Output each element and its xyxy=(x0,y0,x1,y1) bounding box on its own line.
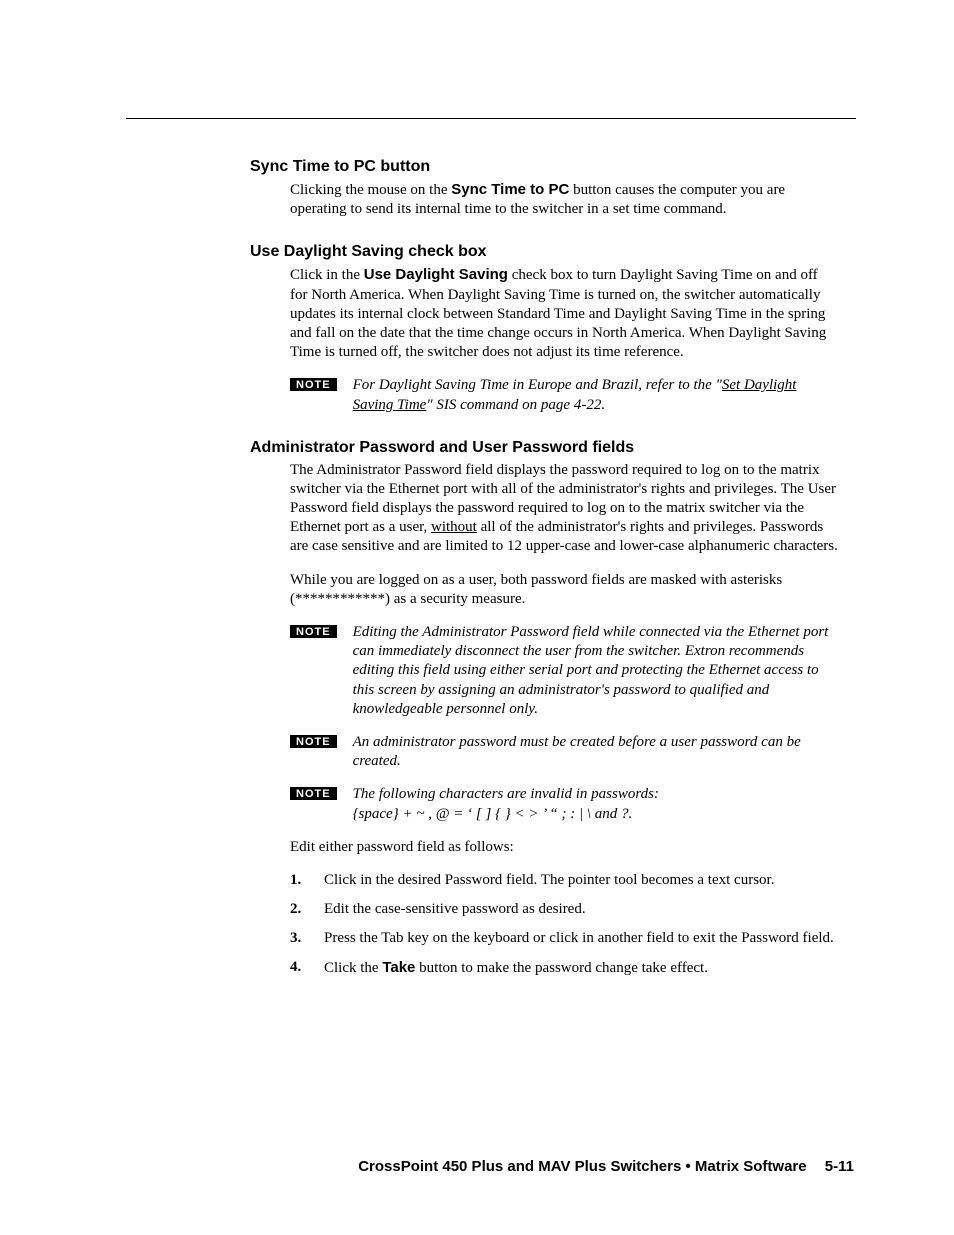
bold-sync-time-to-pc: Sync Time to PC xyxy=(451,181,569,198)
bold-take: Take xyxy=(382,959,415,976)
note-text: The following characters are invalid in … xyxy=(353,785,659,823)
page-content: Sync Time to PC button Clicking the mous… xyxy=(250,158,838,989)
step-number: 4. xyxy=(290,958,324,978)
header-rule xyxy=(126,118,856,119)
text: " SIS command on page 4-22. xyxy=(426,397,605,413)
list-item: 2. Edit the case-sensitive password as d… xyxy=(290,900,838,919)
step-text: Click the Take button to make the passwo… xyxy=(324,958,708,978)
note-line2: {space} + ~ , @ = ‘ [ ] { } < > ’ “ ; : … xyxy=(353,806,633,822)
underline-without: without xyxy=(431,519,477,535)
para-edit-password-intro: Edit either password field as follows: xyxy=(290,838,838,857)
step-number: 2. xyxy=(290,900,324,919)
list-item: 1. Click in the desired Password field. … xyxy=(290,871,838,890)
para-daylight: Click in the Use Daylight Saving check b… xyxy=(290,265,838,362)
step-number: 1. xyxy=(290,871,324,890)
heading-daylight-saving: Use Daylight Saving check box xyxy=(250,243,838,261)
note-passwords-2: NOTE An administrator password must be c… xyxy=(290,733,838,771)
heading-sync-time: Sync Time to PC button xyxy=(250,158,838,176)
footer-title: CrossPoint 450 Plus and MAV Plus Switche… xyxy=(358,1158,806,1175)
page: Sync Time to PC button Clicking the mous… xyxy=(0,0,954,1235)
note-text: An administrator password must be create… xyxy=(353,733,838,771)
para-sync-time: Clicking the mouse on the Sync Time to P… xyxy=(290,180,838,219)
list-item: 3. Press the Tab key on the keyboard or … xyxy=(290,929,838,948)
text: Click the xyxy=(324,960,382,976)
note-badge-icon: NOTE xyxy=(290,787,337,800)
note-text: For Daylight Saving Time in Europe and B… xyxy=(353,376,838,414)
page-footer: CrossPoint 450 Plus and MAV Plus Switche… xyxy=(0,1158,954,1175)
text: For Daylight Saving Time in Europe and B… xyxy=(353,377,722,393)
text: Clicking the mouse on the xyxy=(290,182,451,198)
note-daylight: NOTE For Daylight Saving Time in Europe … xyxy=(290,376,838,414)
note-badge-icon: NOTE xyxy=(290,625,337,638)
note-badge-icon: NOTE xyxy=(290,378,337,391)
step-number: 3. xyxy=(290,929,324,948)
heading-passwords: Administrator Password and User Password… xyxy=(250,439,838,457)
step-text: Click in the desired Password field. The… xyxy=(324,871,774,890)
note-line1: The following characters are invalid in … xyxy=(353,786,659,802)
para-passwords-2: While you are logged on as a user, both … xyxy=(290,571,838,609)
list-item: 4. Click the Take button to make the pas… xyxy=(290,958,838,978)
text: Click in the xyxy=(290,267,364,283)
ordered-steps: 1. Click in the desired Password field. … xyxy=(290,871,838,979)
bold-use-daylight-saving: Use Daylight Saving xyxy=(364,266,508,283)
note-badge-icon: NOTE xyxy=(290,735,337,748)
para-passwords-1: The Administrator Password field display… xyxy=(290,461,838,557)
step-text: Edit the case-sensitive password as desi… xyxy=(324,900,586,919)
step-text: Press the Tab key on the keyboard or cli… xyxy=(324,929,834,948)
footer-page-number: 5-11 xyxy=(825,1158,854,1175)
note-passwords-3: NOTE The following characters are invali… xyxy=(290,785,838,823)
note-passwords-1: NOTE Editing the Administrator Password … xyxy=(290,623,838,719)
text: button to make the password change take … xyxy=(415,960,708,976)
note-text: Editing the Administrator Password field… xyxy=(353,623,838,719)
